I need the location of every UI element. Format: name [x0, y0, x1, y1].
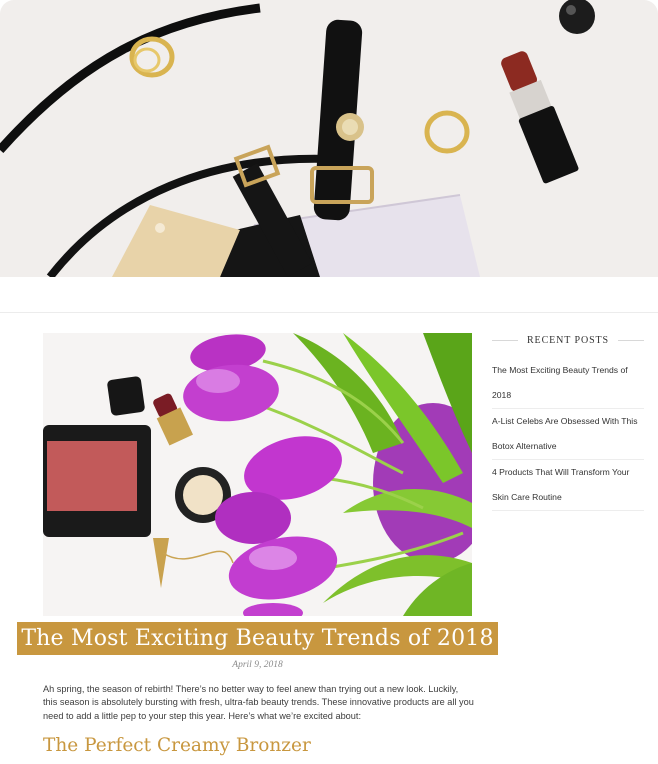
heading-rule-right [618, 340, 644, 341]
post-excerpt: Ah spring, the season of rebirth! There’… [43, 684, 474, 721]
post-title[interactable]: The Most Exciting Beauty Trends of 2018 [17, 622, 498, 655]
post-subheading: The Perfect Creamy Bronzer [43, 735, 311, 756]
heading-rule-left [492, 340, 518, 341]
recent-posts-heading: RECENT POSTS [492, 332, 644, 350]
recent-post-link[interactable]: 4 Products That Will Transform Your Skin… [492, 460, 644, 511]
recent-post-link[interactable]: The Most Exciting Beauty Trends of 2018 [492, 358, 644, 409]
sidebar: RECENT POSTS The Most Exciting Beauty Tr… [492, 332, 644, 512]
recent-posts-title: RECENT POSTS [520, 335, 616, 346]
recent-post-link[interactable]: A-List Celebs Are Obsessed With This Bot… [492, 409, 644, 460]
post-date: April 9, 2018 [232, 660, 283, 670]
hero-image [0, 0, 658, 277]
post-featured-image[interactable] [43, 333, 472, 616]
recent-posts-list: The Most Exciting Beauty Trends of 2018 … [492, 358, 644, 512]
post-title-wrap: The Most Exciting Beauty Trends of 2018 [0, 622, 515, 655]
page: The Most Exciting Beauty Trends of 2018 … [0, 0, 658, 764]
section-divider [0, 312, 658, 313]
